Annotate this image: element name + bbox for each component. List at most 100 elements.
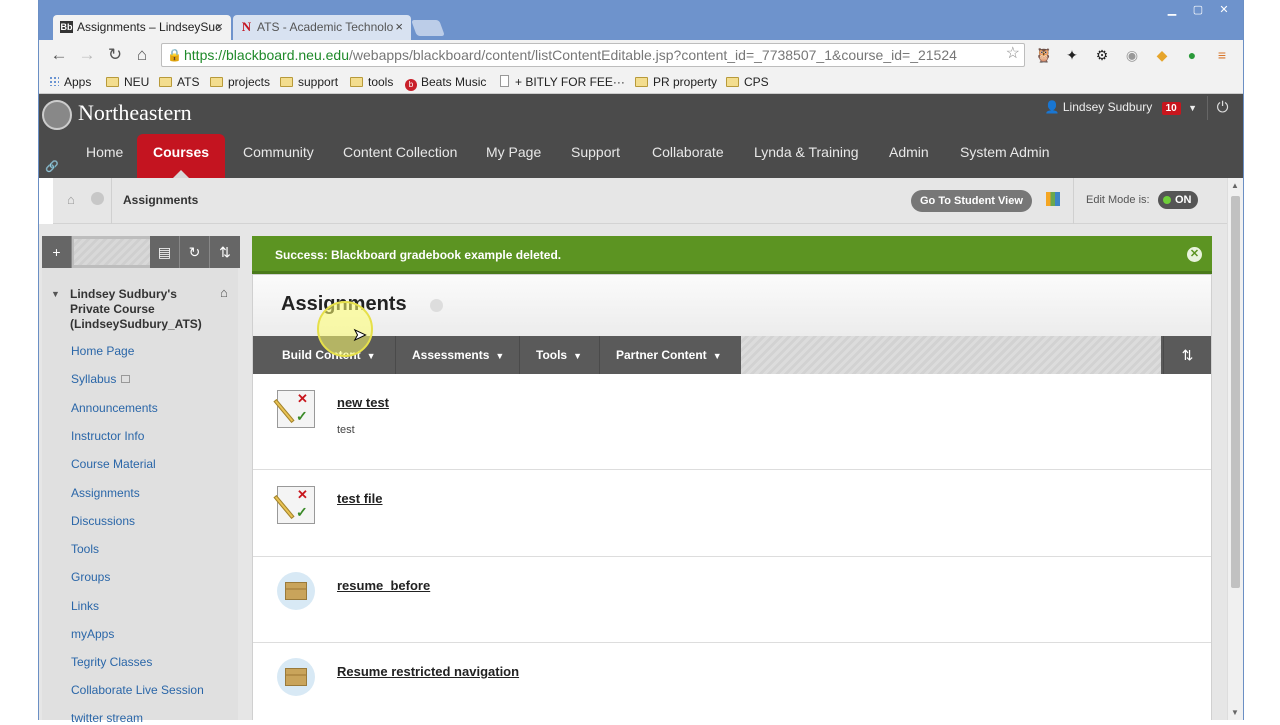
menu-item-discussions[interactable]: Discussions bbox=[71, 514, 135, 528]
nav-my-page[interactable]: My Page bbox=[486, 134, 541, 178]
new-tab-button[interactable] bbox=[411, 20, 445, 36]
address-bar[interactable]: 🔒 https://blackboard.neu.edu/webapps/bla… bbox=[161, 43, 1025, 67]
menu-item-home-page[interactable]: Home Page bbox=[71, 344, 134, 358]
gear-extension-icon[interactable]: ⚙ bbox=[1093, 46, 1111, 64]
course-title[interactable]: Lindsey Sudbury's Private Course (Lindse… bbox=[70, 287, 220, 332]
close-icon[interactable]: ✕ bbox=[1187, 247, 1202, 262]
nav-admin[interactable]: Admin bbox=[889, 134, 929, 178]
bookmark-tools[interactable]: tools bbox=[350, 74, 393, 90]
assessments-button[interactable]: Assessments ▼ bbox=[395, 336, 504, 374]
chevron-down-icon: ▼ bbox=[712, 351, 722, 361]
scrollbar-thumb[interactable] bbox=[1231, 196, 1240, 588]
vertical-scrollbar[interactable]: ▲ ▼ bbox=[1227, 178, 1243, 720]
nav-system-admin[interactable]: System Admin bbox=[960, 134, 1049, 178]
nav-content-collection[interactable]: Content Collection bbox=[343, 134, 457, 178]
menu-icon[interactable]: ≡ bbox=[1213, 46, 1231, 64]
scroll-down-icon[interactable]: ▼ bbox=[1231, 708, 1239, 717]
bookmark-ats[interactable]: ATS bbox=[159, 74, 199, 90]
palette-icon[interactable] bbox=[1046, 192, 1060, 206]
close-tab-icon[interactable]: × bbox=[395, 15, 403, 39]
item-title-link[interactable]: resume_before bbox=[337, 578, 430, 593]
menu-item-myapps[interactable]: myApps bbox=[71, 627, 114, 641]
student-view-button[interactable]: Go To Student View bbox=[911, 190, 1032, 212]
breadcrumb-menu-icon[interactable] bbox=[91, 192, 104, 205]
close-tab-icon[interactable]: × bbox=[215, 15, 223, 39]
menu-item-announcements[interactable]: Announcements bbox=[71, 401, 158, 415]
owl-extension-icon[interactable]: 🦉 bbox=[1035, 46, 1053, 64]
item-title-link[interactable]: Resume restricted navigation bbox=[337, 664, 519, 679]
home-icon[interactable]: ⌂ bbox=[132, 45, 152, 65]
menu-item-course-material[interactable]: Course Material bbox=[71, 457, 156, 471]
chevron-down-icon: ▼ bbox=[366, 351, 376, 361]
scroll-up-icon[interactable]: ▲ bbox=[1231, 181, 1239, 190]
logout-icon[interactable]: ⏻ bbox=[1207, 96, 1237, 120]
bookmark-pr-property[interactable]: PR property bbox=[635, 74, 717, 90]
edit-mode-label: Edit Mode is: bbox=[1086, 194, 1150, 206]
page-options-icon[interactable] bbox=[430, 299, 443, 312]
bookmark-cps[interactable]: CPS bbox=[726, 74, 769, 90]
nav-courses[interactable]: Courses bbox=[137, 134, 226, 178]
url-path: /webapps/blackboard/content/listContentE… bbox=[349, 47, 957, 63]
minimize-icon[interactable]: ▁ bbox=[1159, 3, 1185, 19]
item-title-link[interactable]: test file bbox=[337, 491, 383, 506]
list-item: new test test bbox=[253, 374, 1211, 470]
edit-mode-toggle[interactable]: ON bbox=[1158, 191, 1198, 209]
menu-item-syllabus[interactable]: Syllabus bbox=[71, 372, 131, 386]
menu-item-tegrity-classes[interactable]: Tegrity Classes bbox=[71, 655, 152, 669]
nav-community[interactable]: Community bbox=[243, 134, 314, 178]
reload-icon[interactable]: ↻ bbox=[105, 45, 125, 65]
browser-tab-assignments[interactable]: Bb Assignments – LindseySuc × bbox=[53, 15, 231, 40]
collapse-icon[interactable]: ▼ bbox=[51, 289, 60, 299]
bookmarks-bar: Apps NEU ATS projects support tools b Bea… bbox=[39, 70, 1243, 94]
reorder-icon[interactable]: ⇅ bbox=[210, 236, 240, 268]
northeastern-logo[interactable]: Northeastern bbox=[42, 97, 192, 130]
menu-item-groups[interactable]: Groups bbox=[71, 570, 110, 584]
bookmark-label: + BITLY FOR FEE··· bbox=[515, 75, 625, 89]
maximize-icon[interactable]: ▢ bbox=[1185, 3, 1211, 19]
forward-icon[interactable]: → bbox=[77, 45, 97, 65]
menu-item-twitter-stream[interactable]: twitter stream bbox=[71, 711, 143, 725]
fox-extension-icon[interactable]: ◆ bbox=[1153, 46, 1171, 64]
menu-item-label: Syllabus bbox=[71, 372, 117, 386]
menu-item-instructor-info[interactable]: Instructor Info bbox=[71, 429, 144, 443]
partner-content-button[interactable]: Partner Content ▼ bbox=[599, 336, 722, 374]
bookmark-label: tools bbox=[368, 75, 394, 89]
home-icon[interactable]: ⌂ bbox=[67, 192, 75, 207]
bookmark-star-icon[interactable]: ☆ bbox=[1006, 44, 1020, 65]
test-icon bbox=[273, 486, 315, 524]
add-menu-item-icon[interactable]: + bbox=[42, 236, 72, 268]
nav-collaborate[interactable]: Collaborate bbox=[652, 134, 724, 178]
nav-lynda-training[interactable]: Lynda & Training bbox=[754, 134, 859, 178]
link-icon[interactable]: 🔗 bbox=[45, 160, 59, 173]
folder-view-icon[interactable]: ▤ bbox=[150, 236, 180, 268]
blackboard-favicon-icon: Bb bbox=[60, 21, 73, 33]
back-icon[interactable]: ← bbox=[49, 45, 69, 65]
bookmark-neu[interactable]: NEU bbox=[106, 74, 149, 90]
tools-button[interactable]: Tools ▼ bbox=[519, 336, 582, 374]
menu-item-collaborate-live-session[interactable]: Collaborate Live Session bbox=[71, 683, 204, 697]
lock-icon: 🔒 bbox=[167, 48, 182, 62]
bookmark-apps[interactable]: Apps bbox=[49, 74, 91, 90]
content-panel: Assignments Build Content▼ Assessments▼ … bbox=[252, 274, 1212, 723]
bookmark-label: NEU bbox=[124, 75, 150, 89]
bookmark-beats-music[interactable]: b Beats Music bbox=[405, 74, 486, 91]
extension-icon[interactable]: ✦ bbox=[1063, 46, 1081, 64]
close-window-icon[interactable]: ✕ bbox=[1211, 3, 1237, 19]
color-extension-icon[interactable]: ● bbox=[1183, 46, 1201, 64]
browser-tab-ats[interactable]: N ATS - Academic Technolo × bbox=[233, 15, 411, 40]
bookmark-support[interactable]: support bbox=[280, 74, 338, 90]
menu-item-links[interactable]: Links bbox=[71, 599, 99, 613]
success-text: Success: Blackboard gradebook example de… bbox=[275, 248, 562, 262]
menu-item-assignments[interactable]: Assignments bbox=[71, 486, 140, 500]
reorder-icon[interactable]: ⇅ bbox=[1163, 336, 1211, 374]
item-title-link[interactable]: new test bbox=[337, 395, 389, 410]
menu-item-tools[interactable]: Tools bbox=[71, 542, 99, 556]
nav-support[interactable]: Support bbox=[571, 134, 620, 178]
bookmark-bitly[interactable]: + BITLY FOR FEE··· bbox=[500, 74, 625, 90]
bookmark-projects[interactable]: projects bbox=[210, 74, 270, 90]
pin-extension-icon[interactable]: ◉ bbox=[1123, 46, 1141, 64]
course-home-icon[interactable]: ⌂ bbox=[220, 285, 228, 300]
nav-home[interactable]: Home bbox=[86, 134, 123, 178]
refresh-icon[interactable]: ↻ bbox=[180, 236, 210, 268]
user-menu[interactable]: 👤 Lindsey Sudbury 10 ▼ bbox=[1045, 98, 1197, 116]
